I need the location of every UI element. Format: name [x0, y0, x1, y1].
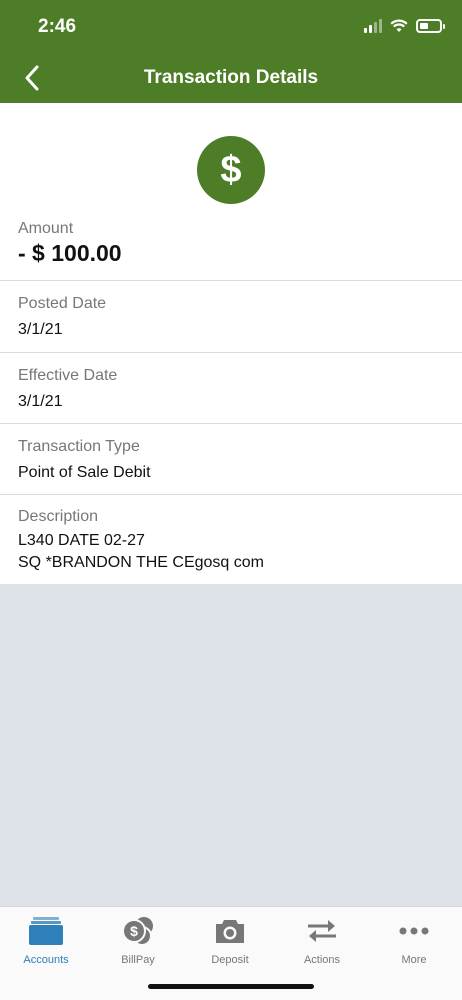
- amount-field: Amount - $ 100.00: [0, 220, 462, 281]
- home-indicator: [148, 984, 314, 989]
- amount-value: - $ 100.00: [18, 240, 122, 266]
- amount-label: Amount: [18, 220, 74, 237]
- tab-deposit[interactable]: Deposit: [184, 915, 276, 975]
- posted-date-field: Posted Date 3/1/21: [0, 281, 462, 353]
- status-time: 2:46: [38, 16, 77, 37]
- page-title: Transaction Details: [143, 67, 319, 88]
- tab-accounts[interactable]: Accounts: [0, 915, 92, 975]
- effective-date-field: Effective Date 3/1/21: [0, 353, 462, 424]
- more-dots-icon: [397, 915, 431, 947]
- tab-billpay-label: BillPay: [121, 954, 155, 966]
- posted-date-value: 3/1/21: [18, 321, 63, 338]
- effective-date-label: Effective Date: [18, 367, 118, 384]
- tab-billpay[interactable]: $ BillPay: [92, 915, 184, 975]
- effective-date-value: 3/1/21: [18, 393, 63, 410]
- camera-icon: [213, 915, 247, 947]
- transaction-type-label: Transaction Type: [18, 438, 140, 455]
- description-line1: L340 DATE 02-27: [18, 532, 145, 549]
- status-icons: [364, 19, 445, 33]
- battery-icon: [416, 19, 445, 33]
- screen: 2:46 Transaction Details $ Amount - $ 10…: [0, 0, 462, 1000]
- dollar-icon: $: [197, 136, 265, 204]
- billpay-icon: $: [121, 915, 155, 947]
- tab-accounts-label: Accounts: [23, 954, 69, 966]
- cellular-signal-icon: [364, 19, 382, 33]
- tab-more[interactable]: More: [368, 915, 460, 975]
- tab-actions[interactable]: Actions: [276, 915, 368, 975]
- svg-text:$: $: [130, 923, 138, 939]
- transaction-type-value: Point of Sale Debit: [18, 464, 151, 481]
- posted-date-label: Posted Date: [18, 295, 107, 312]
- transaction-type-field: Transaction Type Point of Sale Debit: [0, 424, 462, 495]
- tab-deposit-label: Deposit: [211, 954, 249, 966]
- description-field: Description L340 DATE 02-27 SQ *BRANDON …: [0, 495, 462, 584]
- tab-actions-label: Actions: [303, 954, 341, 966]
- accounts-icon: [29, 915, 63, 947]
- tab-more-label: More: [401, 954, 427, 966]
- wifi-icon: [390, 19, 408, 32]
- transfer-arrows-icon: [305, 915, 339, 947]
- description-label: Description: [18, 508, 99, 525]
- header: 2:46 Transaction Details: [0, 0, 462, 103]
- transaction-details: $ Amount - $ 100.00 Posted Date 3/1/21 E…: [0, 103, 462, 584]
- description-line2: SQ *BRANDON THE CEgosq com: [18, 554, 264, 571]
